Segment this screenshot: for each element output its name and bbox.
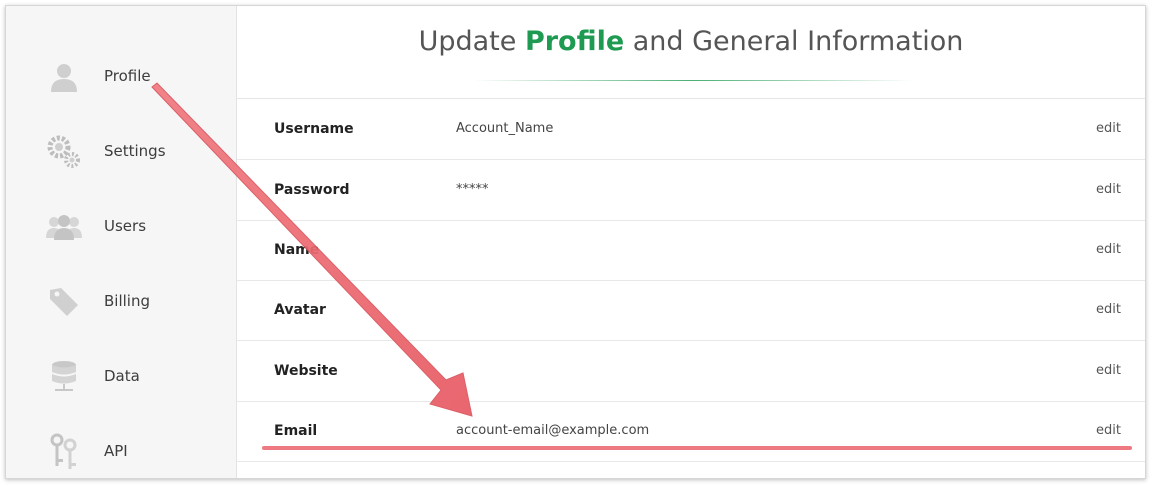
sidebar: Profile Settings Users Billing Data API xyxy=(6,6,237,478)
field-value: ***** xyxy=(456,182,489,197)
user-icon xyxy=(44,59,84,95)
field-row-username: Username Account_Name edit xyxy=(237,99,1145,160)
title-highlight: Profile xyxy=(524,26,625,57)
app-window: Profile Settings Users Billing Data API … xyxy=(5,5,1146,479)
email-underline-annotation xyxy=(262,446,1132,450)
page-title: Update Profile and General Information xyxy=(237,26,1145,57)
edit-email-link[interactable]: edit xyxy=(1096,423,1121,438)
edit-name-link[interactable]: edit xyxy=(1096,242,1121,257)
gears-icon xyxy=(44,134,84,170)
edit-username-link[interactable]: edit xyxy=(1096,121,1121,136)
sidebar-item-label: Profile xyxy=(104,67,151,85)
database-icon xyxy=(44,359,84,395)
field-row-avatar: Avatar edit xyxy=(237,280,1145,341)
edit-website-link[interactable]: edit xyxy=(1096,363,1121,378)
field-label: Website xyxy=(274,363,338,379)
main-panel: Update Profile and General Information U… xyxy=(237,6,1145,478)
field-row-email: Email account-email@example.com edit xyxy=(237,401,1145,462)
sidebar-item-label: Settings xyxy=(104,142,166,160)
field-value: account-email@example.com xyxy=(456,423,650,438)
edit-avatar-link[interactable]: edit xyxy=(1096,302,1121,317)
sidebar-item-label: Users xyxy=(104,217,147,235)
field-label: Name xyxy=(274,242,320,258)
sidebar-item-profile[interactable]: Profile xyxy=(6,51,237,101)
sidebar-item-data[interactable]: Data xyxy=(6,351,237,401)
title-divider xyxy=(473,80,913,81)
sidebar-item-label: API xyxy=(104,442,128,460)
field-row-website: Website edit xyxy=(237,341,1145,402)
users-icon xyxy=(44,209,84,245)
field-label: Username xyxy=(274,121,354,137)
tag-icon xyxy=(44,284,84,320)
field-label: Password xyxy=(274,182,350,198)
title-suffix: and General Information xyxy=(624,26,964,57)
field-row-name: Name edit xyxy=(237,220,1145,281)
keys-icon xyxy=(44,433,84,470)
field-label: Email xyxy=(274,423,318,439)
sidebar-item-billing[interactable]: Billing xyxy=(6,276,237,326)
sidebar-item-settings[interactable]: Settings xyxy=(6,126,237,176)
field-label: Avatar xyxy=(274,302,326,318)
sidebar-item-label: Data xyxy=(104,367,140,385)
sidebar-item-label: Billing xyxy=(104,292,150,310)
title-prefix: Update xyxy=(418,26,525,57)
field-value: Account_Name xyxy=(456,121,554,136)
edit-password-link[interactable]: edit xyxy=(1096,182,1121,197)
sidebar-item-users[interactable]: Users xyxy=(6,201,237,251)
field-row-password: Password ***** edit xyxy=(237,160,1145,221)
sidebar-item-api[interactable]: API xyxy=(6,426,237,476)
